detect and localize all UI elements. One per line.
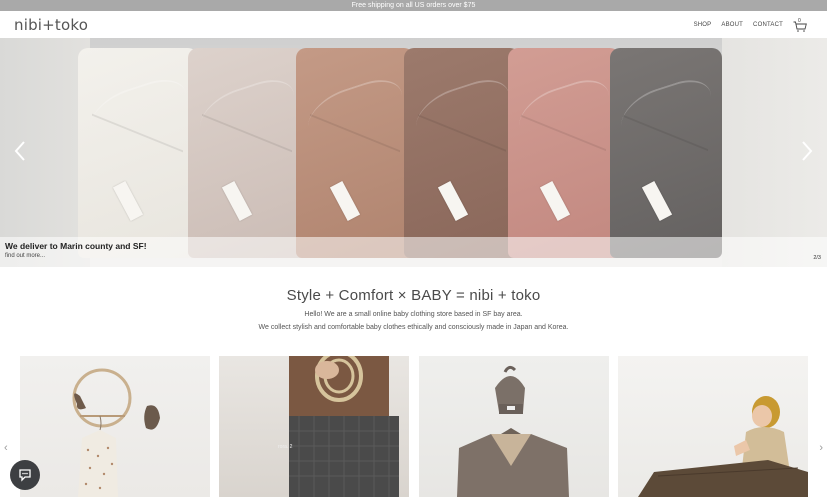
intro-text-line-1: Hello! We are a small online baby clothi… xyxy=(304,311,523,318)
main-nav: SHOP ABOUT CONTACT 0 xyxy=(694,18,807,32)
find-out-more-link[interactable]: find out more... xyxy=(5,253,45,259)
products-prev-button[interactable]: ‹ xyxy=(4,442,8,454)
nav-contact[interactable]: CONTACT xyxy=(753,22,783,28)
chevron-right-icon xyxy=(802,141,813,161)
product-carousel: ‹ rora. 2 › xyxy=(0,356,827,497)
product-card[interactable]: rora. 2 xyxy=(219,356,409,497)
announcement-bar: Free shipping on all US orders over $75 xyxy=(0,0,827,11)
intro-title: Style + Comfort × BABY = nibi + toko xyxy=(286,287,541,304)
product-image xyxy=(72,368,160,497)
chat-icon xyxy=(19,469,31,482)
product-card[interactable] xyxy=(20,356,210,497)
hero-garment-pink xyxy=(508,48,620,258)
nav-shop[interactable]: SHOP xyxy=(694,22,712,28)
product-tag: rora. 2 xyxy=(278,444,293,450)
chat-widget-button[interactable] xyxy=(10,460,40,490)
hero-slider[interactable]: We deliver to Marin county and SF! find … xyxy=(0,38,827,267)
products-next-button[interactable]: › xyxy=(819,442,823,454)
announcement-text: Free shipping on all US orders over $75 xyxy=(351,2,476,9)
product-image xyxy=(457,365,569,497)
hero-caption: We deliver to Marin county and SF! find … xyxy=(0,237,827,267)
product-image xyxy=(289,356,399,497)
hero-garment-tan xyxy=(296,48,414,258)
slide-counter: 2/3 xyxy=(813,255,821,261)
hero-garment-blush xyxy=(188,48,306,258)
product-image xyxy=(638,396,808,497)
product-card[interactable] xyxy=(419,356,609,497)
product-card[interactable] xyxy=(618,356,808,497)
cart-button[interactable]: 0 xyxy=(793,18,807,32)
site-header: nibi+toko SHOP ABOUT CONTACT 0 xyxy=(0,11,827,38)
hero-garment-ivory xyxy=(78,48,198,258)
cart-count: 0 xyxy=(798,18,801,24)
logo[interactable]: nibi+toko xyxy=(14,16,88,34)
chevron-left-icon xyxy=(14,141,25,161)
nav-about[interactable]: ABOUT xyxy=(721,22,743,28)
hero-prev-button[interactable] xyxy=(12,140,28,162)
hero-garment-gray xyxy=(610,48,722,258)
hero-garment-brown xyxy=(404,48,520,258)
intro-text-line-2: We collect stylish and comfortable baby … xyxy=(258,324,569,331)
hero-next-button[interactable] xyxy=(799,140,815,162)
hero-caption-title: We deliver to Marin county and SF! xyxy=(5,241,147,251)
